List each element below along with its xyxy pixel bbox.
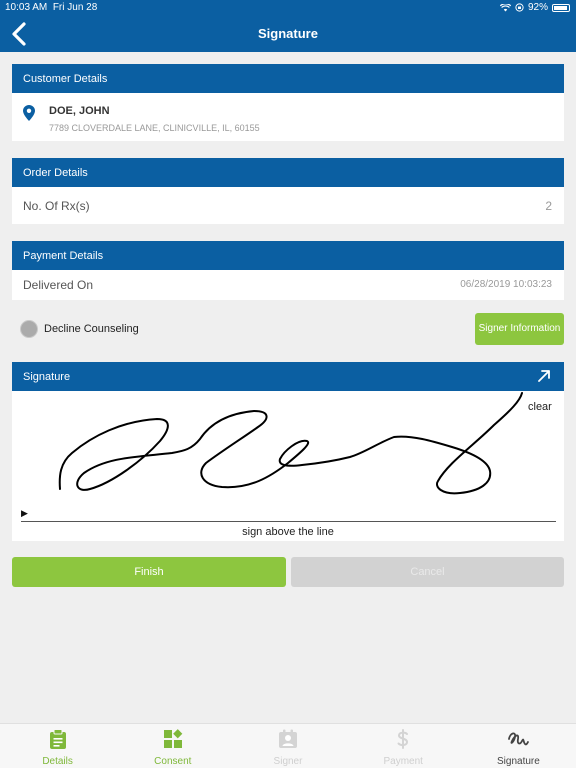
signature-hint: sign above the line [242,526,334,538]
signature-line-marker: ▶ [21,508,28,518]
payment-details-card: Delivered On 06/28/2019 10:03:23 [12,270,564,300]
order-details-header: Order Details [12,158,564,187]
orientation-lock-icon [515,3,524,12]
signature-stroke [58,392,523,495]
tab-payment-label: Payment [383,756,423,767]
tab-bar: Details Consent Signer Payment Signature [0,723,576,768]
page-title: Signature [258,26,318,41]
signature-baseline [21,521,556,522]
status-time: 10:03 AM Fri Jun 28 [5,2,98,13]
clipboard-icon [49,729,66,749]
clear-signature-button[interactable]: clear [528,401,552,413]
finish-button[interactable]: Finish [12,557,286,587]
signer-icon [279,729,297,748]
consent-icon [163,729,183,748]
tab-payment[interactable]: Payment [346,724,461,768]
customer-name: DOE, JOHN [49,105,110,117]
customer-details-card: DOE, JOHN 7789 CLOVERDALE LANE, CLINICVI… [12,93,564,141]
delivered-on-label: Delivered On [23,278,94,292]
signer-information-button[interactable]: Signer Information [475,313,564,345]
customer-address: 7789 CLOVERDALE LANE, CLINICVILLE, IL, 6… [49,123,260,133]
signature-header: Signature [12,362,564,391]
status-bar: 10:03 AM Fri Jun 28 92% [0,0,576,16]
tab-signer-label: Signer [273,756,303,767]
battery-icon [552,3,570,12]
tab-signature[interactable]: Signature [461,724,576,768]
tab-details-label: Details [42,756,73,767]
customer-details-header: Customer Details [12,64,564,93]
location-pin-icon [23,105,35,121]
signature-pad[interactable]: clear ▶ sign above the line [12,391,564,541]
rx-count-label: No. Of Rx(s) [23,199,90,213]
decline-counseling-radio[interactable] [20,320,38,338]
decline-counseling-label[interactable]: Decline Counseling [44,323,139,335]
payment-details-header: Payment Details [12,241,564,270]
wifi-icon [499,3,511,11]
tab-details[interactable]: Details [0,724,115,768]
delivered-on-value: 06/28/2019 10:03:23 [460,279,552,290]
order-details-card: No. Of Rx(s) 2 [12,187,564,224]
dollar-icon [397,729,409,749]
rx-count-value: 2 [545,199,552,213]
tab-signer[interactable]: Signer [230,724,345,768]
tab-consent-label: Consent [154,756,192,767]
navigation-bar: Signature [0,16,576,52]
battery-percent: 92% [527,2,548,13]
signature-icon [508,732,530,746]
cancel-button[interactable]: Cancel [291,557,564,587]
tab-consent[interactable]: Consent [115,724,230,768]
signature-header-label: Signature [23,371,71,383]
status-indicators: 92% [499,2,570,13]
tab-signature-label: Signature [497,756,540,767]
expand-icon[interactable] [536,368,552,384]
